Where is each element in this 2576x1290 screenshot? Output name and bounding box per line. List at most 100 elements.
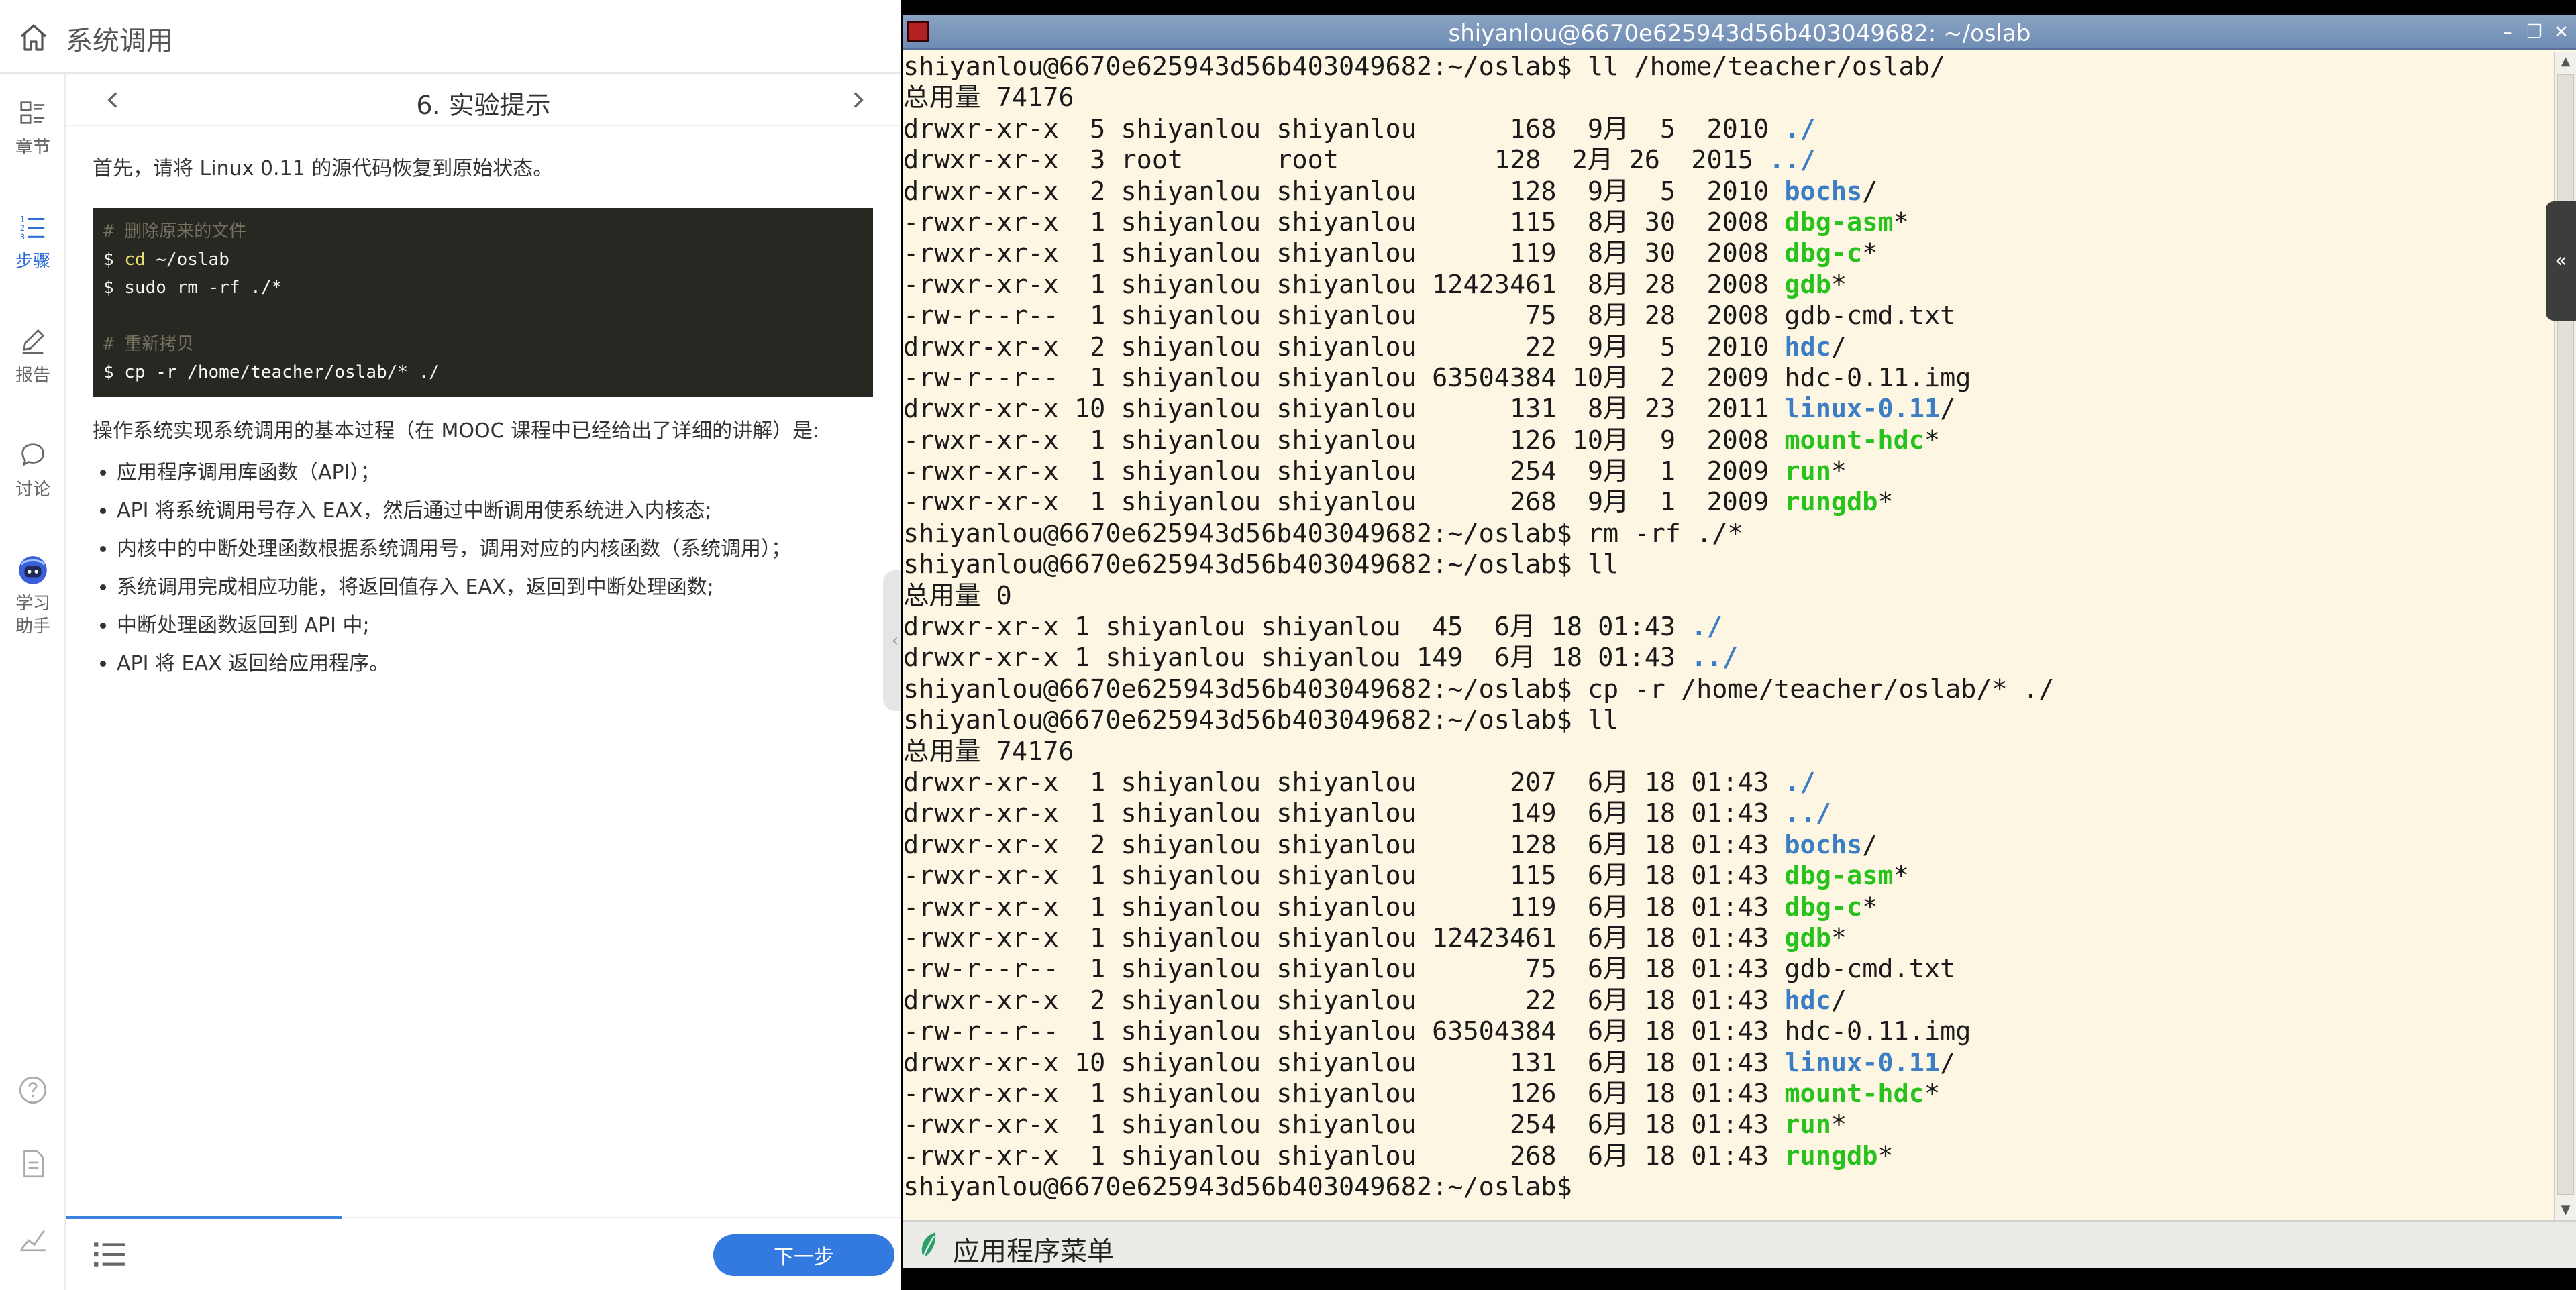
terminal-line: drwxr-xr-x 2 shiyanlou shiyanlou 128 9月 … [903,176,2554,207]
rail-item-report[interactable]: 报告 [0,325,66,386]
terminal-text: drwxr-xr-x 3 root root 128 2月 26 2015 [903,145,1769,176]
terminal-line: -rwxr-xr-x 1 shiyanlou shiyanlou 126 10月… [903,425,2554,456]
terminal-text: 总用量 74176 [903,83,1074,113]
terminal-titlebar[interactable]: shiyanlou@6670e625943d56b403049682: ~/os… [903,15,2576,50]
terminal-line: 总用量 74176 [903,83,2554,113]
terminal-line: -rwxr-xr-x 1 shiyanlou shiyanlou 126 6月 … [903,1079,2554,1110]
rail-label: 讨论 [15,480,50,500]
terminal-text: * [1893,861,1909,892]
directory-name: bochs [1784,829,1863,860]
terminal-text: -rwxr-xr-x 1 shiyanlou shiyanlou 1242346… [903,922,1785,953]
terminal-line: -rw-r--r-- 1 shiyanlou shiyanlou 6350438… [903,1016,2554,1047]
terminal-line: drwxr-xr-x 2 shiyanlou shiyanlou 128 6月 … [903,830,2554,861]
app-header: 系统调用 [0,0,901,74]
terminal-line: drwxr-xr-x 1 shiyanlou shiyanlou 207 6月 … [903,767,2554,798]
terminal-line: drwxr-xr-x 2 shiyanlou shiyanlou 22 6月 1… [903,985,2554,1016]
rail-label: 章节 [15,138,50,158]
terminal-text: * [1924,1078,1941,1109]
rail-label: 步骤 [15,252,50,272]
rail-label: 学习 [15,594,50,614]
terminal-text: -rw-r--r-- 1 shiyanlou shiyanlou 6350438… [903,362,1971,393]
directory-name: ./ [1784,767,1816,798]
list-item: 应用程序调用库函数（API）； [117,453,878,492]
terminal-line: -rwxr-xr-x 1 shiyanlou shiyanlou 1242346… [903,270,2554,301]
terminal-text: / [1862,829,1878,860]
terminal-window: shiyanlou@6670e625943d56b403049682: ~/os… [903,15,2576,1220]
rail-item-steps[interactable]: 1 2 3 步骤 [0,211,66,272]
assistant-robot-icon [19,556,47,584]
rail-item-discussion[interactable]: 讨论 [0,439,66,500]
executable-name: dbg-asm [1784,861,1894,892]
document-icon[interactable] [16,1147,50,1181]
terminal-text: -rw-r--r-- 1 shiyanlou shiyanlou 75 6月 1… [903,954,1956,985]
executable-name: mount-hdc [1784,1078,1924,1109]
executable-name: run [1784,456,1831,487]
terminal-line: -rwxr-xr-x 1 shiyanlou shiyanlou 115 8月 … [903,207,2554,238]
terminal-text: -rwxr-xr-x 1 shiyanlou shiyanlou 268 9月 … [903,487,1785,518]
help-icon[interactable] [16,1073,50,1107]
terminal-line: shiyanlou@6670e625943d56b403049682:~/osl… [903,1172,2554,1203]
close-button[interactable]: ✕ [2551,21,2572,43]
code-text: ~/oslab [145,250,229,270]
app-menu-leaf-icon[interactable] [917,1231,943,1260]
side-drawer-toggle[interactable]: « [2546,201,2576,321]
terminal-text: / [1862,176,1878,207]
rail-item-chapters[interactable]: 章节 [0,97,66,158]
discussion-icon [21,443,44,467]
terminal-text: drwxr-xr-x 2 shiyanlou shiyanlou 128 6月 … [903,829,1785,860]
terminal-line: -rwxr-xr-x 1 shiyanlou shiyanlou 254 6月 … [903,1110,2554,1140]
terminal-output[interactable]: shiyanlou@6670e625943d56b403049682:~/osl… [903,52,2554,1219]
terminal-text: -rwxr-xr-x 1 shiyanlou shiyanlou 115 6月 … [903,861,1785,892]
next-step-button[interactable]: 下一步 [713,1234,894,1276]
terminal-text: drwxr-xr-x 1 shiyanlou shiyanlou 149 6月 … [903,643,1692,674]
terminal-line: drwxr-xr-x 1 shiyanlou shiyanlou 149 6月 … [903,798,2554,829]
directory-name: bochs [1784,176,1863,207]
progress-bar [66,1216,342,1219]
report-icon [22,329,45,354]
course-panel: 系统调用 章节 1 2 3 步骤 报告 讨论 学习 助手 6. 实验提示 首先，… [0,0,907,1290]
executable-name: dbg-c [1784,892,1863,922]
remote-desktop: shiyanlou@6670e625943d56b403049682: ~/os… [901,0,2576,1290]
bottom-bar: 下一步 [66,1216,901,1290]
directory-name: hdc [1784,985,1831,1016]
terminal-text: -rwxr-xr-x 1 shiyanlou shiyanlou 268 6月 … [903,1140,1785,1171]
terminal-text: * [1924,425,1941,455]
terminal-text: * [1862,238,1878,269]
list-menu-icon[interactable] [93,1238,126,1269]
minimize-button[interactable]: – [2497,21,2518,43]
rail-item-assistant[interactable]: 学习 助手 [0,553,66,638]
terminal-text: -rw-r--r-- 1 shiyanlou shiyanlou 6350438… [903,1016,1971,1047]
chevron-right-icon[interactable] [841,83,874,117]
list-item: 内核中的中断处理函数根据系统调用号，调用对应的内核函数（系统调用）； [117,530,878,568]
maximize-button[interactable]: ❐ [2524,21,2545,43]
terminal-text: -rwxr-xr-x 1 shiyanlou shiyanlou 115 8月 … [903,207,1785,237]
terminal-text: drwxr-xr-x 10 shiyanlou shiyanlou 131 8月… [903,394,1785,425]
terminal-text: * [1862,892,1878,922]
terminal-text: -rwxr-xr-x 1 shiyanlou shiyanlou 119 6月 … [903,892,1785,922]
article-body: 首先，请将 Linux 0.11 的源代码恢复到原始状态。 # 删除原来的文件 … [93,154,878,683]
intro-paragraph: 首先，请将 Linux 0.11 的源代码恢复到原始状态。 [93,157,554,180]
terminal-text: drwxr-xr-x 2 shiyanlou shiyanlou 128 9月 … [903,176,1785,207]
terminal-text: * [1893,207,1909,237]
terminal-text: shiyanlou@6670e625943d56b403049682:~/osl… [903,1172,1572,1203]
svg-text:3: 3 [20,232,25,241]
stats-icon[interactable] [16,1221,50,1254]
steps-icon: 1 2 3 [20,214,45,241]
scroll-down-arrow-icon[interactable]: ▼ [2555,1200,2576,1220]
executable-name: dbg-c [1784,238,1863,269]
home-icon[interactable] [17,21,50,54]
executable-name: mount-hdc [1784,425,1924,455]
terminal-line: -rwxr-xr-x 1 shiyanlou shiyanlou 119 8月 … [903,238,2554,269]
terminal-line: shiyanlou@6670e625943d56b403049682:~/osl… [903,674,2554,705]
description-paragraph: 操作系统实现系统调用的基本过程（在 MOOC 课程中已经给出了详细的讲解）是: [93,419,820,443]
terminal-window-title: shiyanlou@6670e625943d56b403049682: ~/os… [1448,20,2031,47]
terminal-line: drwxr-xr-x 1 shiyanlou shiyanlou 45 6月 1… [903,612,2554,643]
app-menu-label[interactable]: 应用程序菜单 [953,1230,1114,1269]
terminal-text: / [1831,331,1847,362]
executable-name: run [1784,1110,1831,1140]
terminal-line: drwxr-xr-x 5 shiyanlou shiyanlou 168 9月 … [903,114,2554,145]
scroll-up-arrow-icon[interactable]: ▲ [2555,52,2576,72]
terminal-line: shiyanlou@6670e625943d56b403049682:~/osl… [903,519,2554,549]
terminal-line: shiyanlou@6670e625943d56b403049682:~/osl… [903,52,2554,83]
